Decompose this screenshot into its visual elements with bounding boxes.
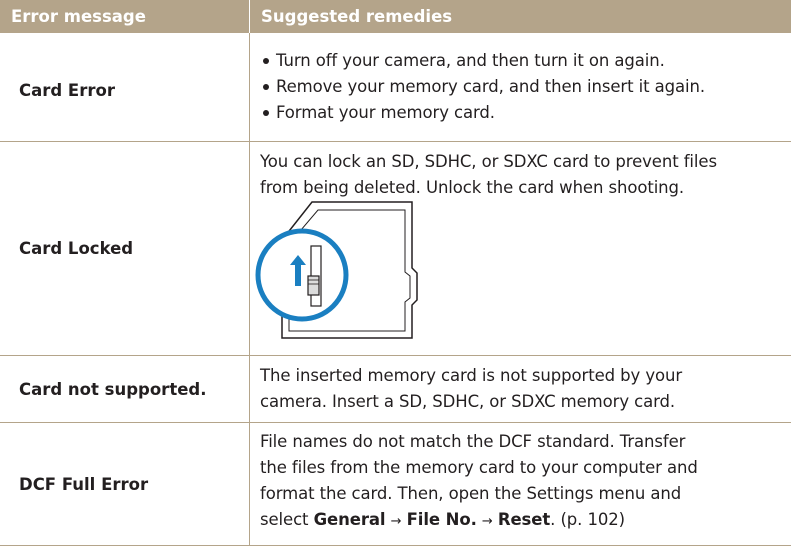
remedy-card-error: Turn off your camera, and then turn it o… xyxy=(260,48,785,126)
column-divider xyxy=(249,423,250,545)
table-header: Error message Suggested remedies xyxy=(0,0,791,33)
list-item: Remove your memory card, and then insert… xyxy=(260,74,785,100)
remedy-text: . (p. 102) xyxy=(550,510,625,529)
arrow-right-icon: → xyxy=(481,514,493,529)
column-divider xyxy=(249,142,250,355)
remedy-line: File names do not match the DCF standard… xyxy=(260,432,686,451)
list-item: Format your memory card. xyxy=(260,100,785,126)
list-item: Turn off your camera, and then turn it o… xyxy=(260,48,785,74)
header-suggested-remedies: Suggested remedies xyxy=(261,7,453,26)
arrow-right-icon: → xyxy=(390,514,402,529)
error-card-error: Card Error xyxy=(19,81,115,100)
error-dcf-full: DCF Full Error xyxy=(19,475,149,494)
header-error-message: Error message xyxy=(11,7,146,26)
remedy-card-not-supported: The inserted memory card is not supporte… xyxy=(260,363,785,415)
table-row: Card not supported. The inserted memory … xyxy=(0,356,791,423)
menu-file-no: File No. xyxy=(406,510,477,529)
header-divider xyxy=(249,0,250,33)
column-divider xyxy=(249,33,250,141)
table-row: Card Locked You can lock an SD, SDHC, or… xyxy=(0,142,791,356)
sd-card-lock-switch-icon xyxy=(254,200,424,354)
remedy-line: You can lock an SD, SDHC, or SDXC card t… xyxy=(260,152,717,171)
menu-general: General xyxy=(313,510,386,529)
remedy-line: the files from the memory card to your c… xyxy=(260,458,698,477)
table-row: DCF Full Error File names do not match t… xyxy=(0,423,791,546)
remedy-line: The inserted memory card is not supporte… xyxy=(260,366,683,385)
error-card-not-supported: Card not supported. xyxy=(19,380,207,399)
remedy-dcf-full: File names do not match the DCF standard… xyxy=(260,429,785,535)
error-card-locked: Card Locked xyxy=(19,239,134,258)
remedy-line: from being deleted. Unlock the card when… xyxy=(260,178,685,197)
menu-reset: Reset xyxy=(497,510,551,529)
column-divider xyxy=(249,356,250,422)
remedy-text: select xyxy=(260,510,309,529)
remedy-card-locked: You can lock an SD, SDHC, or SDXC card t… xyxy=(260,149,785,201)
table-row: Card Error Turn off your camera, and the… xyxy=(0,33,791,142)
remedy-line: camera. Insert a SD, SDHC, or SDXC memor… xyxy=(260,392,676,411)
remedy-line: format the card. Then, open the Settings… xyxy=(260,484,682,503)
remedy-line: select General → File No. → Reset. (p. 1… xyxy=(260,507,785,535)
